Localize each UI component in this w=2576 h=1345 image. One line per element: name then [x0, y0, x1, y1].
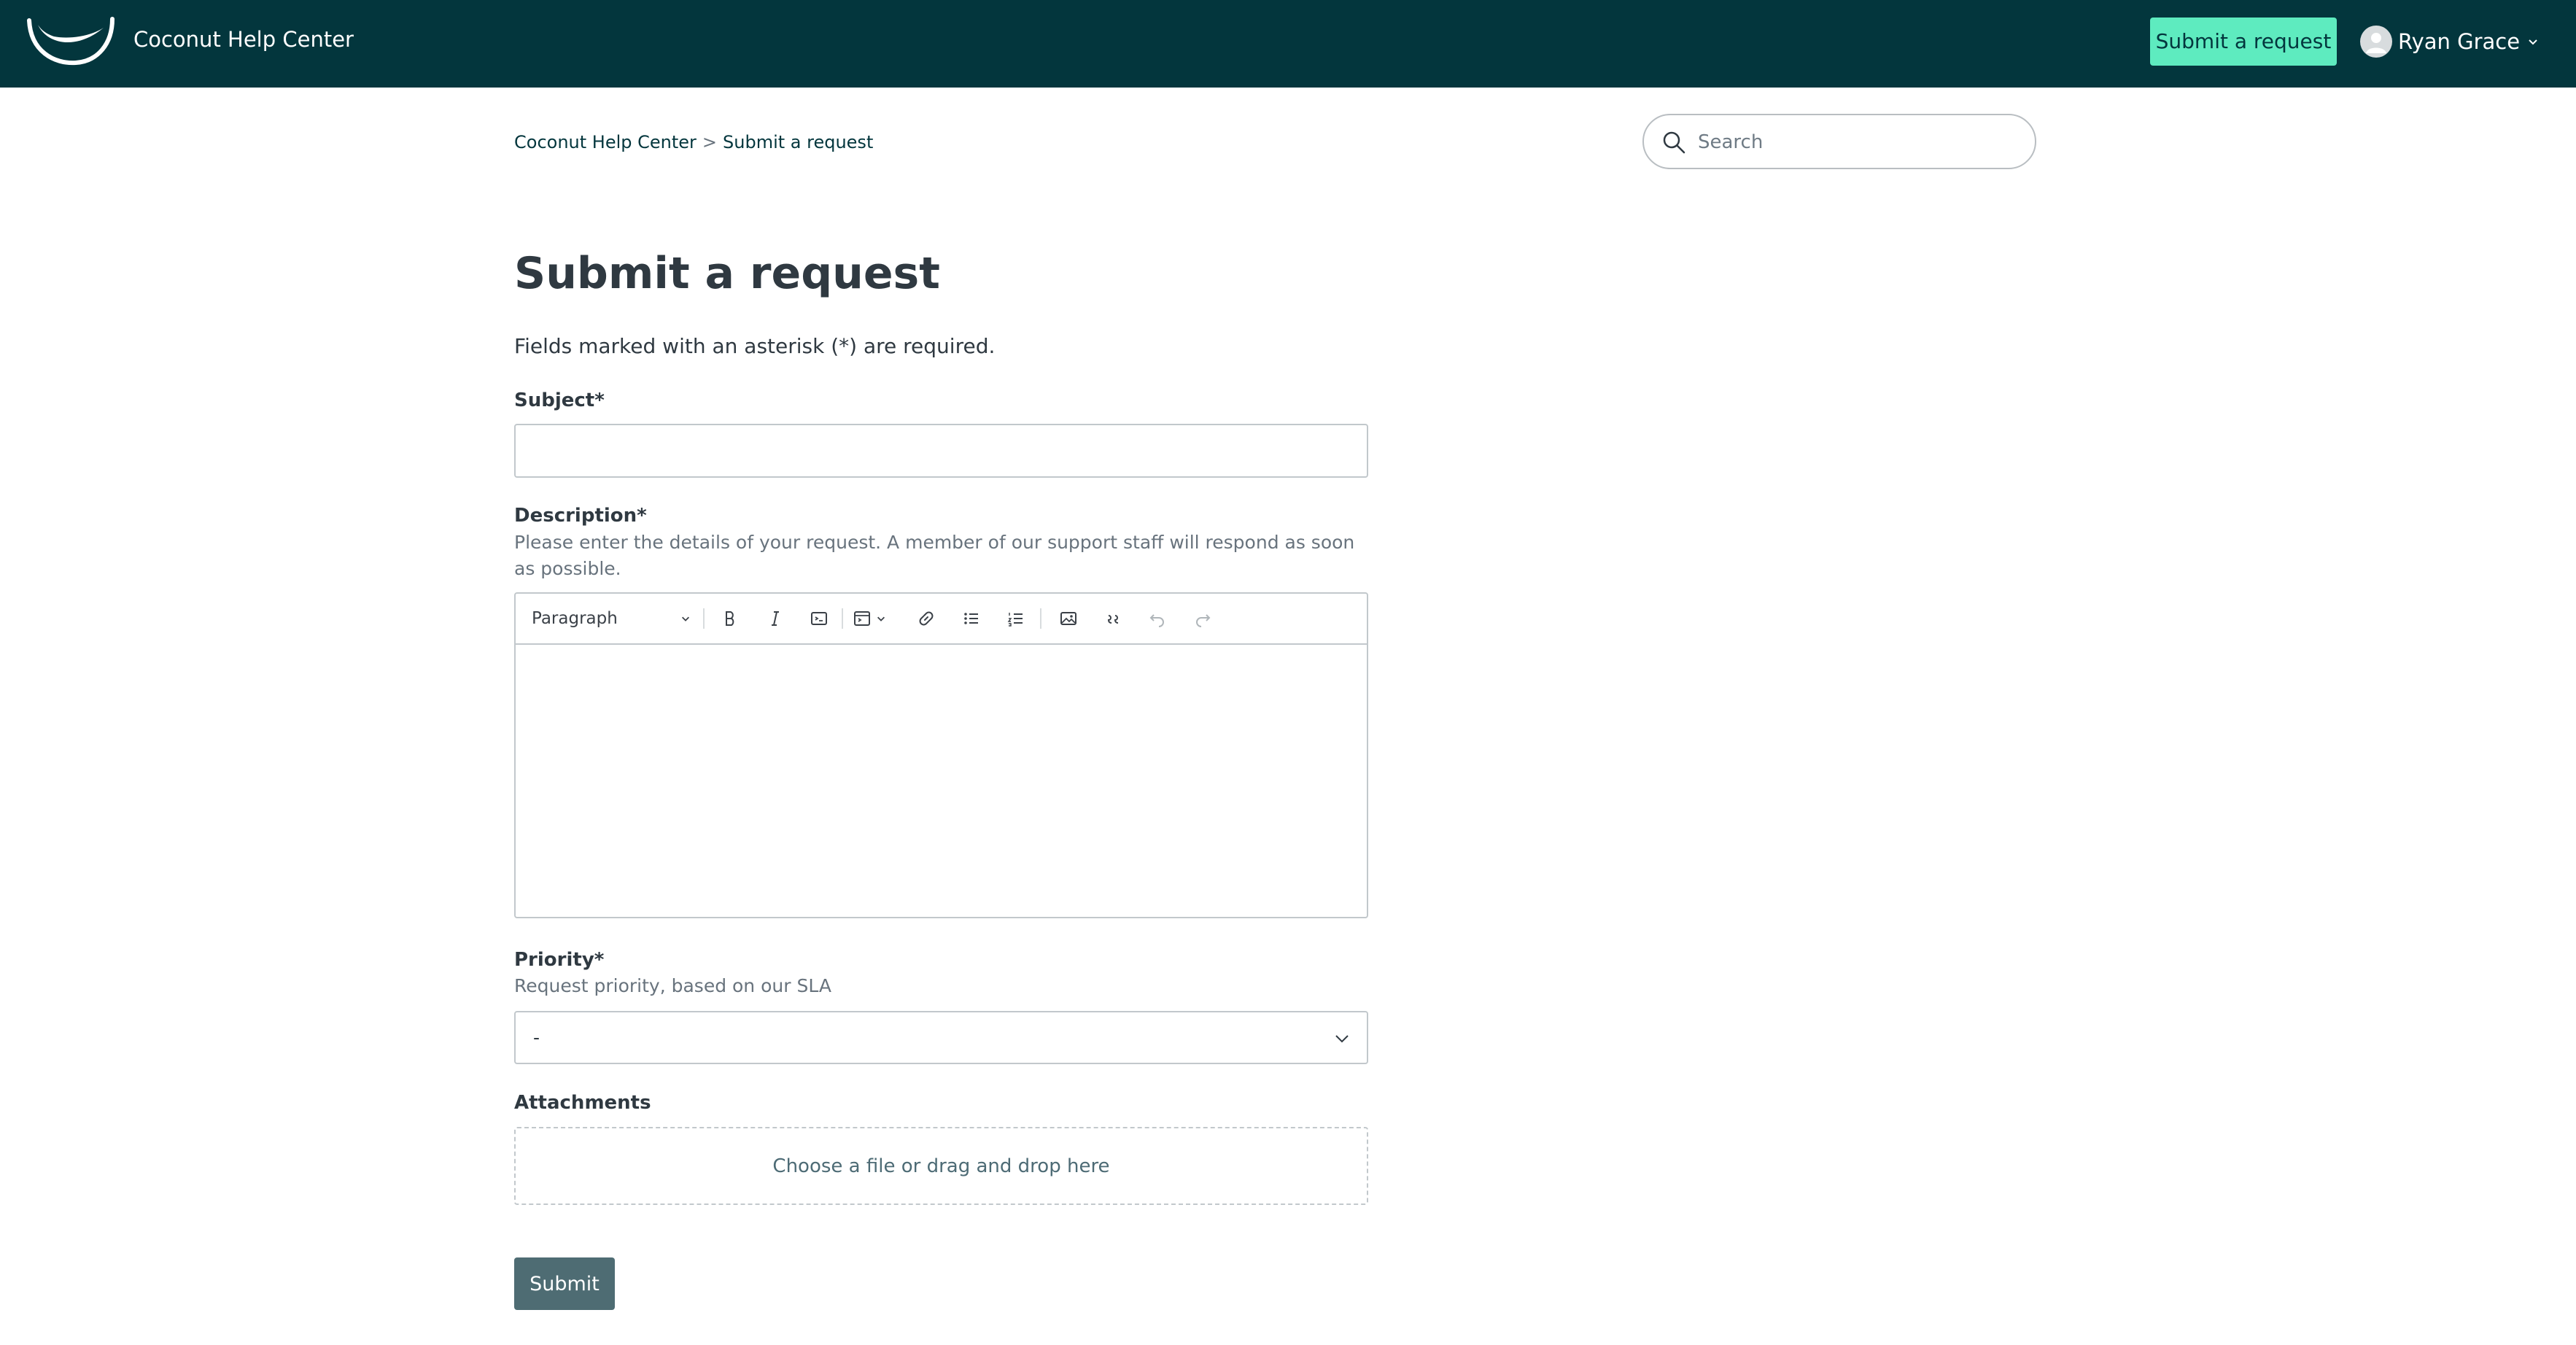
link-icon — [919, 611, 934, 626]
numbered-list-icon — [1007, 613, 1023, 627]
breadcrumb: Coconut Help Center > Submit a request — [514, 130, 873, 155]
search-icon — [1663, 131, 1685, 154]
image-button[interactable] — [1052, 604, 1085, 633]
search-input[interactable] — [1696, 125, 2020, 159]
bold-button[interactable] — [714, 604, 746, 633]
description-hint: Please enter the details of your request… — [514, 532, 1355, 579]
avatar — [2360, 26, 2392, 58]
priority-hint: Request priority, based on our SLA — [514, 975, 831, 996]
search-box[interactable] — [1642, 114, 2036, 169]
toolbar-divider — [842, 608, 843, 629]
chevron-down-icon — [1335, 1035, 1349, 1043]
code-icon — [811, 612, 827, 625]
brand-name[interactable]: Coconut Help Center — [133, 26, 354, 53]
editor-toolbar: Paragraph — [516, 594, 1367, 645]
toolbar-divider — [703, 608, 705, 629]
italic-button[interactable] — [759, 604, 791, 633]
link-button[interactable] — [910, 604, 942, 633]
quote-icon — [1107, 615, 1119, 624]
priority-label: Priority* — [514, 949, 605, 971]
chevron-down-icon — [877, 616, 885, 621]
page-title: Submit a request — [514, 248, 940, 299]
user-name: Ryan Grace — [2398, 29, 2521, 54]
attachments-dropzone[interactable]: Choose a file or drag and drop here — [514, 1127, 1368, 1205]
code-button[interactable] — [803, 604, 835, 633]
paragraph-style-label: Paragraph — [532, 609, 618, 628]
submit-button[interactable]: Submit — [514, 1257, 615, 1310]
undo-icon — [1149, 614, 1164, 627]
undo-button[interactable] — [1141, 604, 1173, 633]
bulleted-list-icon — [964, 613, 978, 624]
blockquote-button[interactable] — [1098, 604, 1130, 633]
user-menu[interactable]: Ryan Grace — [2360, 25, 2539, 58]
subject-label: Subject* — [514, 389, 605, 411]
paragraph-style-select[interactable]: Paragraph — [527, 604, 695, 633]
chevron-down-icon — [682, 616, 689, 621]
priority-selected-value: - — [533, 1027, 540, 1048]
chevron-down-icon — [2529, 39, 2537, 45]
header-submit-request-button[interactable]: Submit a request — [2150, 18, 2337, 66]
subject-input[interactable] — [514, 424, 1368, 478]
dropzone-text[interactable]: Choose a file or drag and drop here — [772, 1155, 1109, 1177]
breadcrumb-current-link[interactable]: Submit a request — [723, 130, 873, 155]
priority-select[interactable]: - — [514, 1011, 1368, 1064]
bulleted-list-button[interactable] — [955, 604, 988, 633]
top-header: Coconut Help Center Submit a request Rya… — [0, 0, 2576, 88]
description-editor[interactable]: Paragraph — [514, 592, 1368, 918]
redo-button[interactable] — [1187, 604, 1219, 633]
code-block-icon — [854, 611, 870, 626]
description-label: Description* — [514, 505, 647, 527]
user-icon — [2366, 33, 2386, 53]
required-fields-note: Fields marked with an asterisk (*) are r… — [514, 334, 996, 358]
attachments-label: Attachments — [514, 1092, 651, 1114]
numbered-list-button[interactable] — [1000, 604, 1032, 633]
italic-icon — [772, 611, 779, 626]
breadcrumb-home-link[interactable]: Coconut Help Center — [514, 130, 697, 155]
image-icon — [1060, 612, 1076, 625]
breadcrumb-separator: > — [702, 132, 718, 152]
bold-icon — [726, 611, 734, 626]
code-block-button[interactable] — [853, 604, 899, 633]
toolbar-divider — [1040, 608, 1041, 629]
coconut-logo-icon[interactable] — [25, 15, 117, 66]
redo-icon — [1196, 614, 1211, 627]
